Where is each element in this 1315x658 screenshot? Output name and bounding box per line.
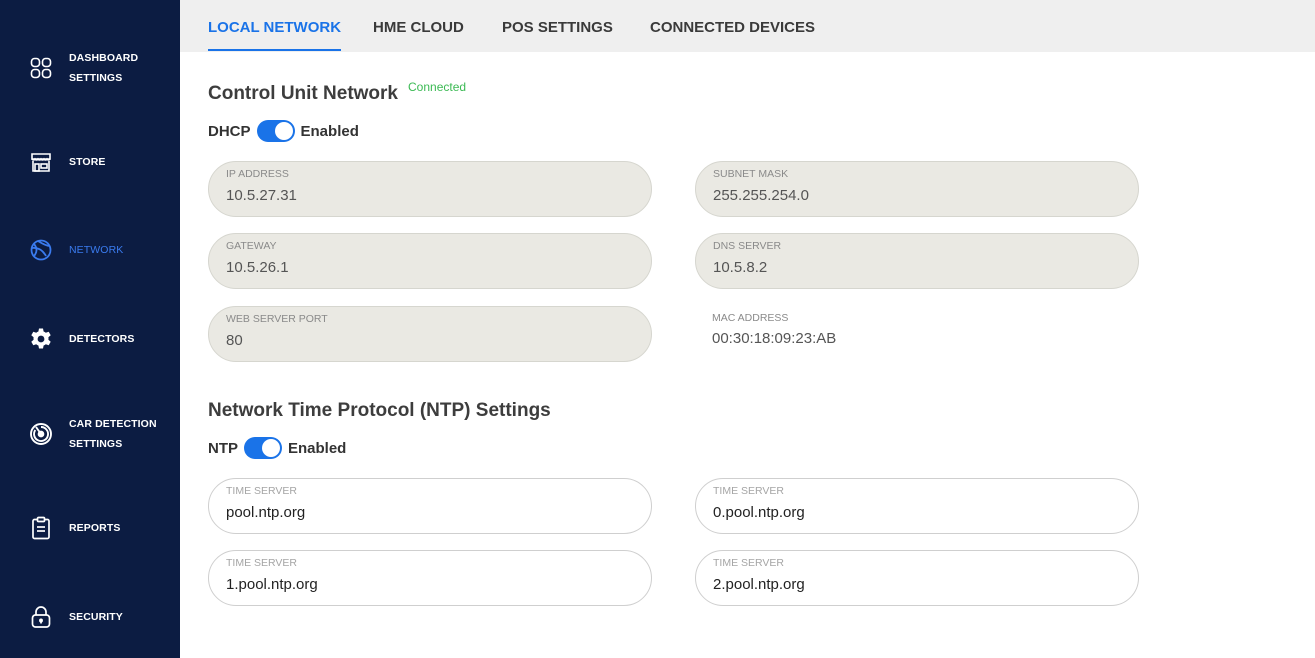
- ntp-toggle-row: NTP Enabled: [208, 437, 346, 459]
- dns-server-field[interactable]: DNS SERVER 10.5.8.2: [695, 233, 1139, 289]
- sidebar-item-label: STORE: [69, 156, 106, 168]
- web-server-port-field[interactable]: WEB SERVER PORT 80: [208, 306, 652, 362]
- dhcp-state-label: Enabled: [300, 122, 359, 140]
- time-server-field-1[interactable]: TIME SERVER pool.ntp.org: [208, 478, 652, 534]
- sidebar-item-label: CAR DETECTION SETTINGS: [69, 414, 157, 454]
- dhcp-toggle-switch[interactable]: [256, 120, 295, 142]
- tab-connected-devices[interactable]: CONNECTED DEVICES: [650, 0, 815, 52]
- sidebar-item-store[interactable]: STORE: [0, 134, 180, 190]
- field-label: TIME SERVER: [226, 557, 297, 569]
- subnet-mask-field[interactable]: SUBNET MASK 255.255.254.0: [695, 161, 1139, 217]
- field-value: 00:30:18:09:23:AB: [712, 330, 837, 347]
- field-label: TIME SERVER: [713, 485, 784, 497]
- app-root: DASHBOARD SETTINGS STORE NETWORK DETECTO…: [0, 0, 1315, 658]
- field-value: 10.5.26.1: [226, 259, 289, 276]
- sidebar-item-label: NETWORK: [69, 244, 124, 256]
- network-globe-icon: [29, 238, 53, 262]
- dhcp-toggle-row: DHCP Enabled: [208, 120, 359, 142]
- radar-icon: [29, 422, 53, 446]
- ntp-label: NTP: [208, 439, 238, 457]
- tab-local-network[interactable]: LOCAL NETWORK: [208, 0, 342, 52]
- dashboard-grid-icon: [29, 56, 53, 80]
- sidebar-item-security[interactable]: SECURITY: [0, 589, 180, 645]
- field-label: TIME SERVER: [713, 557, 784, 569]
- gateway-field[interactable]: GATEWAY 10.5.26.1: [208, 233, 652, 289]
- sidebar-item-car-detection-settings[interactable]: CAR DETECTION SETTINGS: [0, 406, 180, 462]
- connection-status-label: Connected: [408, 80, 467, 94]
- control-unit-network-title: Control Unit Network: [208, 83, 398, 104]
- field-value: 2.pool.ntp.org: [713, 576, 805, 593]
- sidebar-item-network[interactable]: NETWORK: [0, 222, 180, 278]
- sidebar-item-label: REPORTS: [69, 522, 121, 534]
- field-label: WEB SERVER PORT: [226, 313, 328, 325]
- toggle-knob: [262, 439, 280, 457]
- field-value: 10.5.8.2: [713, 259, 768, 276]
- tab-pos-settings[interactable]: POS SETTINGS: [502, 0, 613, 52]
- sidebar-label-line2: SETTINGS: [69, 72, 123, 84]
- field-label: TIME SERVER: [226, 485, 297, 497]
- sidebar-item-label: DETECTORS: [69, 333, 135, 345]
- toggle-knob: [274, 122, 293, 140]
- field-label: MAC ADDRESS: [712, 312, 789, 324]
- lock-icon: [29, 605, 53, 629]
- field-value: 80: [226, 332, 243, 349]
- sidebar-item-detectors[interactable]: DETECTORS: [0, 311, 180, 367]
- time-server-field-4[interactable]: TIME SERVER 2.pool.ntp.org: [695, 550, 1139, 606]
- tab-bar: LOCAL NETWORK HME CLOUD POS SETTINGS CON…: [180, 0, 1315, 52]
- field-value: 10.5.27.31: [226, 187, 297, 204]
- field-label: GATEWAY: [226, 240, 277, 252]
- field-label: SUBNET MASK: [713, 168, 789, 180]
- sidebar-label-line1: DASHBOARD: [69, 52, 139, 64]
- time-server-field-3[interactable]: TIME SERVER 1.pool.ntp.org: [208, 550, 652, 606]
- field-value: 1.pool.ntp.org: [226, 576, 318, 593]
- tab-hme-cloud[interactable]: HME CLOUD: [373, 0, 464, 52]
- sidebar: DASHBOARD SETTINGS STORE NETWORK DETECTO…: [0, 0, 180, 658]
- field-value: 255.255.254.0: [713, 187, 809, 204]
- ntp-toggle-switch[interactable]: [244, 437, 282, 459]
- gear-icon: [29, 327, 53, 351]
- store-icon: [29, 150, 53, 174]
- ntp-settings-title: Network Time Protocol (NTP) Settings: [208, 400, 551, 421]
- sidebar-item-reports[interactable]: REPORTS: [0, 500, 180, 556]
- sidebar-item-label: SECURITY: [69, 611, 123, 623]
- field-value: 0.pool.ntp.org: [713, 504, 805, 521]
- time-server-field-2[interactable]: TIME SERVER 0.pool.ntp.org: [695, 478, 1139, 534]
- field-value: pool.ntp.org: [226, 504, 306, 521]
- ntp-state-label: Enabled: [288, 439, 347, 457]
- mac-address-readout: MAC ADDRESS 00:30:18:09:23:AB: [712, 312, 836, 347]
- dhcp-label: DHCP: [208, 122, 251, 140]
- field-label: IP ADDRESS: [226, 168, 289, 180]
- sidebar-label-line1: CAR DETECTION: [69, 418, 157, 430]
- sidebar-item-dashboard-settings[interactable]: DASHBOARD SETTINGS: [0, 40, 180, 96]
- field-label: DNS SERVER: [713, 240, 782, 252]
- sidebar-item-label: DASHBOARD SETTINGS: [69, 48, 138, 88]
- clipboard-icon: [29, 516, 53, 540]
- sidebar-label-line2: SETTINGS: [69, 438, 123, 450]
- ip-address-field[interactable]: IP ADDRESS 10.5.27.31: [208, 161, 652, 217]
